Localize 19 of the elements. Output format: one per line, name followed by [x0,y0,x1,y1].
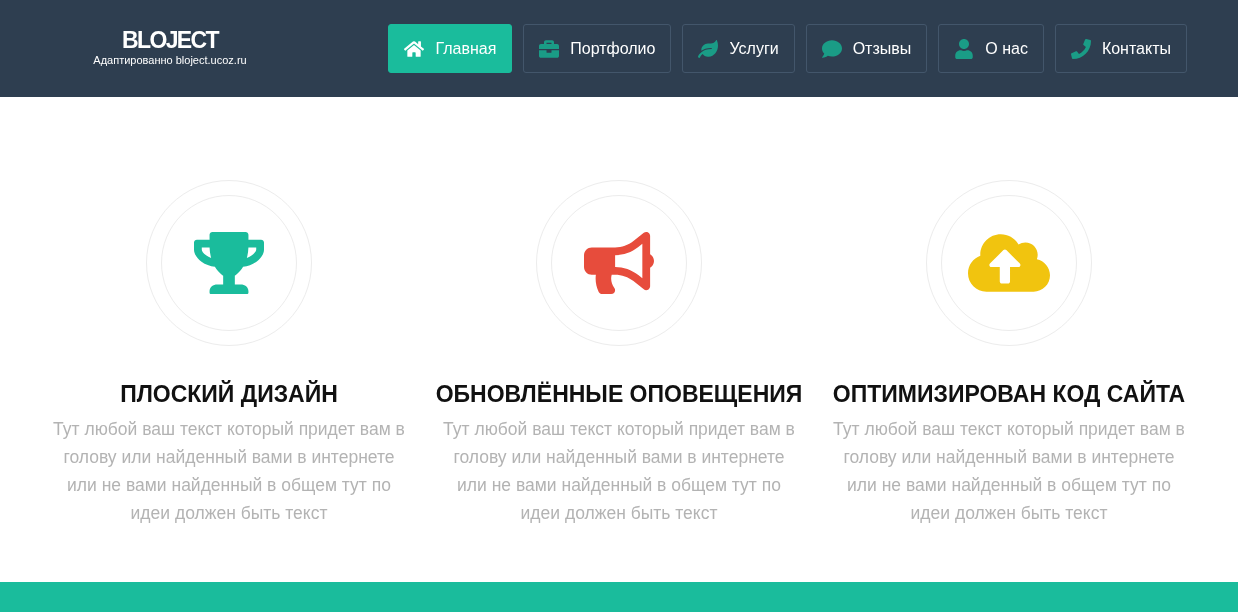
logo[interactable]: BLOJECT [121,26,219,53]
feature-text: Тут любой ваш текст который придет вам в голову или найденный вами в интернете или не вами найденный в общем тут по идеи должен быть текст [832,418,1186,525]
feature-text: Тут любой ваш текст который придет вам в голову или найденный вами в интернете или не вами найденный в общем тут по идеи должен быть текст [52,418,406,525]
phone-icon [1070,38,1091,59]
nav-button[interactable]: Портфолио [523,24,672,73]
leaf-icon [698,38,719,59]
speech-bubble-icon [821,38,842,59]
feature-title: ОБНОВЛЁННЫЕ ОПОВЕЩЕНИЯ [435,380,803,409]
feature-title: ПЛОСКИЙ ДИЗАЙН [120,379,338,409]
house-icon [404,38,425,59]
briefcase-icon [539,38,560,59]
nav-button[interactable]: Отзывы [805,24,928,73]
user-icon [954,38,975,59]
nav-button[interactable]: О нас [938,24,1044,73]
feature-title: ОПТИМИЗИРОВАН КОД САЙТА [832,379,1186,409]
tagline: Адаптированно bloject.ucoz.ru [93,52,247,67]
nav-button[interactable]: Контакты [1054,24,1187,73]
feature-text: Тут любой ваш текст который придет вам в голову или найденный вами в интернете или не вами найденный в общем тут по идеи должен быть текст [442,418,796,525]
nav-button[interactable]: Услуги [682,24,795,73]
